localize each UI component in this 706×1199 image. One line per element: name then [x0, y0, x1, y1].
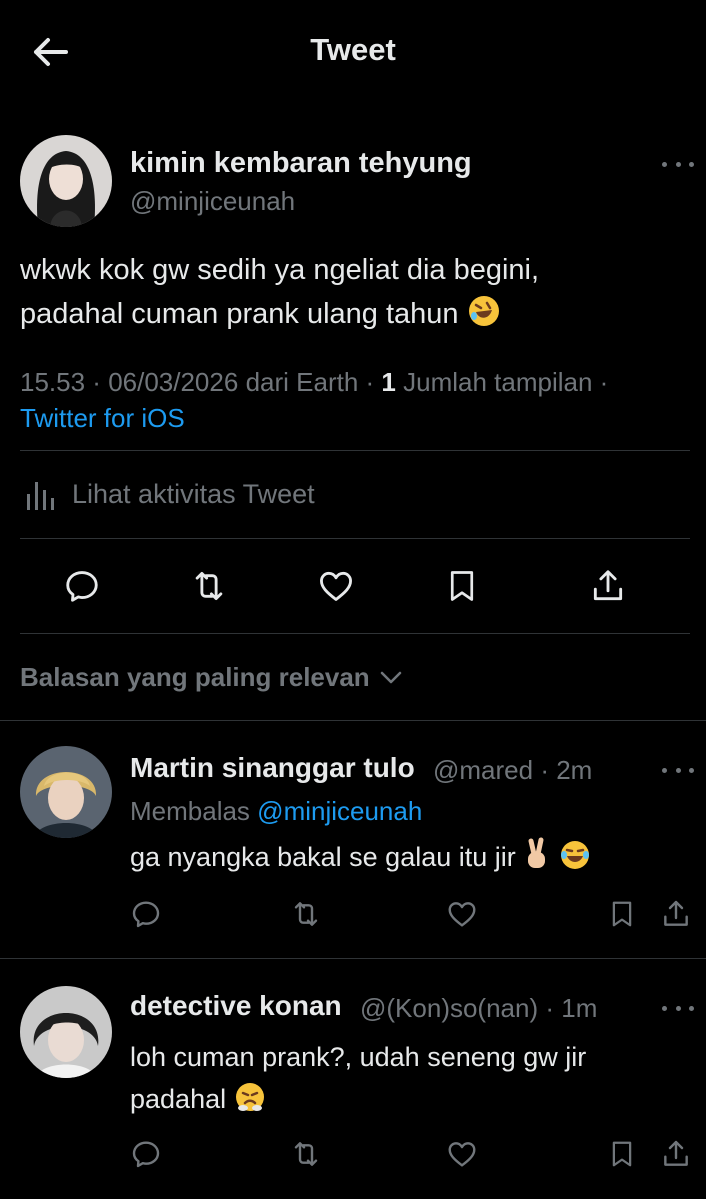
tweet-time: 15.53: [20, 367, 86, 397]
reply-author-name[interactable]: detective konan: [130, 990, 342, 1022]
reply-share-button[interactable]: [654, 892, 698, 936]
reply-avatar[interactable]: [20, 986, 112, 1078]
author-handle[interactable]: @minjiceunah: [130, 186, 295, 217]
tweet-meta: 15.53 · 06/03/2026 dari Earth · 1 Jumlah…: [20, 367, 609, 433]
more-options-button[interactable]: [662, 154, 694, 174]
reply-text: loh cuman prank?, udah seneng gw jir pad…: [130, 1036, 670, 1125]
reply-icon: [132, 1141, 160, 1168]
views-label: Jumlah tampilan: [403, 367, 593, 397]
reply-author-handle-time: @mared · 2m: [433, 755, 593, 785]
page-title: Tweet: [310, 32, 396, 67]
more-dot-icon: [662, 161, 667, 167]
reply-bookmark-button[interactable]: [600, 1132, 644, 1176]
like-button[interactable]: [314, 564, 358, 608]
reply-like-button[interactable]: [440, 1132, 484, 1176]
reply-sort-dropdown[interactable]: Balasan yang paling relevan: [20, 662, 402, 693]
analytics-bars-icon: [27, 482, 54, 510]
reply-more-options-button[interactable]: [662, 760, 694, 780]
reply-author-handle[interactable]: @(Kon)so(nan): [360, 993, 538, 1023]
bookmark-button[interactable]: [440, 564, 484, 608]
divider: [20, 538, 690, 539]
reply-sort-label: Balasan yang paling relevan: [20, 662, 370, 692]
bookmark-icon: [612, 1141, 632, 1167]
share-icon: [593, 570, 623, 601]
reply-avatar[interactable]: [20, 746, 112, 838]
reply-time: 2m: [556, 755, 593, 785]
author-name[interactable]: kimin kembaran tehyung: [130, 147, 472, 180]
retweet-icon: [294, 902, 318, 926]
retweet-button[interactable]: [187, 564, 231, 608]
retweet-icon: [294, 1142, 318, 1166]
reply-text: ga nyangka bakal se galau itu jir: [130, 836, 670, 883]
reply-retweet-button[interactable]: [284, 1132, 328, 1176]
tweet-location: dari Earth: [245, 367, 359, 397]
divider: [0, 720, 706, 721]
top-bar: Tweet: [0, 0, 706, 104]
reply-author-handle[interactable]: @mared: [433, 755, 533, 785]
mention-link[interactable]: @minjiceunah: [257, 796, 422, 826]
bookmark-icon: [612, 901, 632, 927]
share-button[interactable]: [586, 564, 630, 608]
divider: [20, 633, 690, 634]
tweet-text-line: wkwk kok gw sedih ya ngeliat dia begini,: [20, 254, 540, 286]
heart-icon: [448, 1142, 476, 1167]
chevron-down-icon: [380, 671, 401, 683]
reply-author-handle-time: @(Kon)so(nan) · 1m: [360, 993, 598, 1023]
rolling-on-floor-laughing-emoji-icon: [467, 294, 501, 341]
divider: [0, 958, 706, 959]
heart-icon: [320, 571, 352, 601]
reply-share-button[interactable]: [654, 1132, 698, 1176]
reply-time: 1m: [561, 993, 598, 1023]
replying-to: Membalas @minjiceunah: [130, 796, 423, 826]
reply-reply-button[interactable]: [124, 892, 168, 936]
tears-of-joy-emoji-icon: [559, 839, 591, 883]
steam-from-nose-emoji-icon: [234, 1081, 266, 1125]
share-icon: [664, 900, 688, 926]
tweet-date: 06/03/2026: [108, 367, 239, 397]
views-count: 1: [381, 367, 396, 397]
reply-retweet-button[interactable]: [284, 892, 328, 936]
view-activity-label: Lihat aktivitas Tweet: [72, 478, 315, 509]
reply-like-button[interactable]: [440, 892, 484, 936]
heart-icon: [448, 902, 476, 927]
tweet-text-line: padahal cuman prank ulang tahun: [20, 292, 680, 341]
view-activity-link[interactable]: Lihat aktivitas Tweet: [24, 476, 315, 512]
divider: [20, 450, 690, 451]
victory-hand-emoji-icon: [523, 837, 551, 883]
reply-icon: [132, 901, 160, 928]
reply-more-options-button[interactable]: [662, 998, 694, 1018]
reply-reply-button[interactable]: [124, 1132, 168, 1176]
tweet-source-link[interactable]: Twitter for iOS: [20, 403, 185, 433]
author-avatar[interactable]: [20, 135, 112, 227]
bookmark-icon: [450, 571, 474, 601]
tweet-text: wkwk kok gw sedih ya ngeliat dia begini,…: [20, 248, 680, 341]
reply-icon: [66, 571, 98, 602]
retweet-icon: [195, 571, 223, 601]
share-icon: [664, 1140, 688, 1166]
reply-author-name[interactable]: Martin sinanggar tulo: [130, 752, 415, 784]
reply-button[interactable]: [60, 564, 104, 608]
reply-bookmark-button[interactable]: [600, 892, 644, 936]
